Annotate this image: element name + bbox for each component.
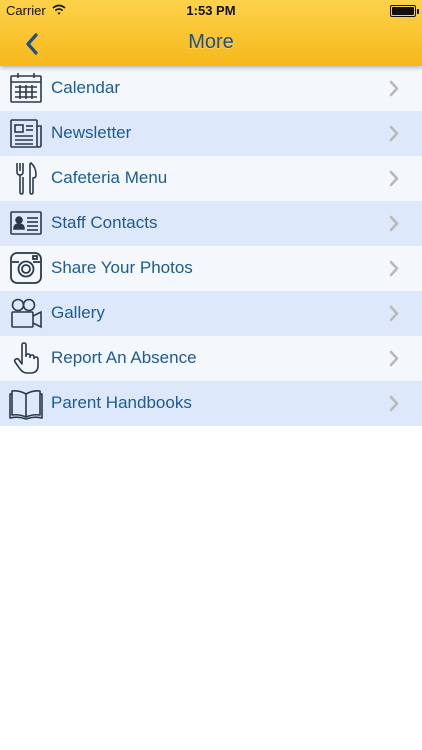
newspaper-icon (9, 116, 43, 150)
header: Carrier 1:53 PM More (0, 0, 422, 66)
navigation-bar: More (0, 22, 422, 66)
menu-item-cafeteria-menu[interactable]: Cafeteria Menu (0, 156, 422, 201)
chevron-right-icon (389, 125, 399, 142)
menu-item-parent-handbooks[interactable]: Parent Handbooks (0, 381, 422, 426)
menu-item-share-your-photos[interactable]: Share Your Photos (0, 246, 422, 291)
video-camera-icon (9, 296, 43, 330)
menu-item-label: Share Your Photos (51, 258, 193, 277)
menu-list: Calendar Newsletter Cafeteria Menu Staff… (0, 66, 422, 426)
calendar-icon (9, 71, 43, 105)
fork-knife-icon (9, 161, 43, 195)
hand-pointer-icon (9, 341, 43, 375)
status-bar: Carrier 1:53 PM (0, 0, 422, 22)
chevron-right-icon (389, 350, 399, 367)
menu-item-label: Staff Contacts (51, 213, 158, 232)
menu-item-gallery[interactable]: Gallery (0, 291, 422, 336)
chevron-right-icon (389, 215, 399, 232)
chevron-right-icon (389, 395, 399, 412)
menu-item-calendar[interactable]: Calendar (0, 66, 422, 111)
menu-item-label: Newsletter (51, 123, 132, 142)
chevron-right-icon (389, 260, 399, 277)
contact-card-icon (9, 206, 43, 240)
menu-item-newsletter[interactable]: Newsletter (0, 111, 422, 156)
status-time: 1:53 PM (186, 3, 236, 18)
chevron-right-icon (389, 80, 399, 97)
chevron-right-icon (389, 305, 399, 322)
menu-item-label: Gallery (51, 303, 105, 322)
menu-item-staff-contacts[interactable]: Staff Contacts (0, 201, 422, 246)
menu-item-label: Cafeteria Menu (51, 168, 168, 187)
chevron-right-icon (389, 170, 399, 187)
menu-item-label: Parent Handbooks (51, 393, 192, 412)
menu-item-label: Calendar (51, 78, 120, 97)
camera-icon (9, 251, 43, 285)
open-book-icon (9, 386, 43, 420)
page-title: More (188, 31, 234, 53)
battery-icon (390, 5, 419, 17)
menu-item-label: Report An Absence (51, 348, 197, 367)
menu-item-report-an-absence[interactable]: Report An Absence (0, 336, 422, 381)
